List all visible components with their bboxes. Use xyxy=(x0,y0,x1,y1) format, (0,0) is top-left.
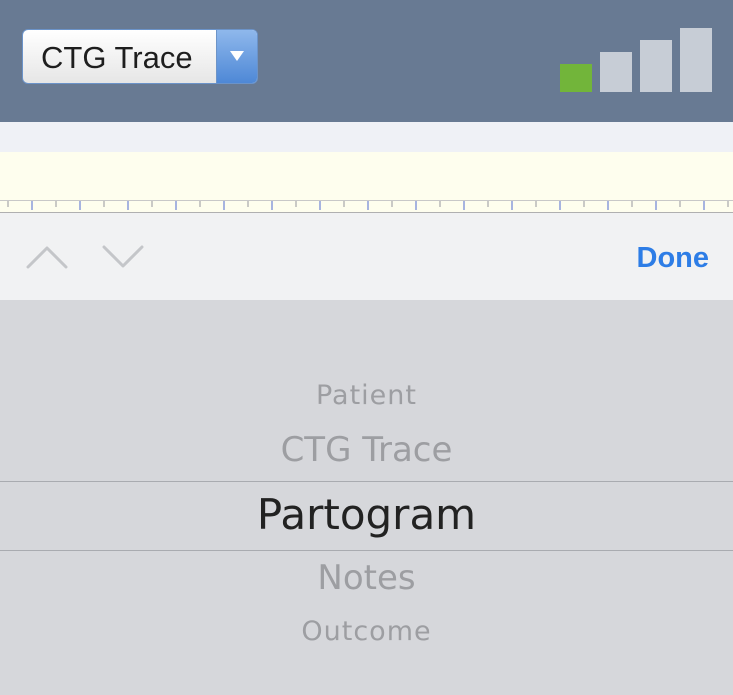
picker-option-selected[interactable]: Partogram xyxy=(0,490,733,539)
chevron-down-icon xyxy=(102,245,144,268)
picker-option[interactable]: Outcome xyxy=(0,616,733,647)
selection-top-line xyxy=(0,481,733,482)
chevron-up-icon xyxy=(26,246,68,269)
picker-option[interactable]: CTG Trace xyxy=(0,430,733,470)
view-select-dropdown[interactable]: CTG Trace xyxy=(22,29,258,84)
picker-option[interactable]: Patient xyxy=(0,380,733,411)
dropdown-arrow-button[interactable] xyxy=(216,30,257,83)
picker-option[interactable]: Notes xyxy=(0,558,733,598)
signal-strength-indicator xyxy=(560,28,715,92)
done-button[interactable]: Done xyxy=(637,241,710,275)
option-picker-wheel[interactable]: Patient CTG Trace Partogram Notes Outcom… xyxy=(0,300,733,695)
trace-area xyxy=(0,152,733,200)
signal-bar-2 xyxy=(600,52,632,92)
view-select-value: CTG Trace xyxy=(41,40,193,75)
header-bar: CTG Trace xyxy=(0,0,733,122)
signal-bar-1 xyxy=(560,64,592,92)
triangle-down-icon xyxy=(230,51,244,61)
selection-bottom-line xyxy=(0,550,733,551)
signal-bar-3 xyxy=(640,40,672,92)
previous-field-button[interactable] xyxy=(26,243,68,271)
time-ruler xyxy=(0,200,733,213)
next-field-button[interactable] xyxy=(102,243,144,271)
picker-toolbar: Done xyxy=(0,213,733,300)
content-strip xyxy=(0,122,733,152)
signal-bar-4 xyxy=(680,28,712,92)
